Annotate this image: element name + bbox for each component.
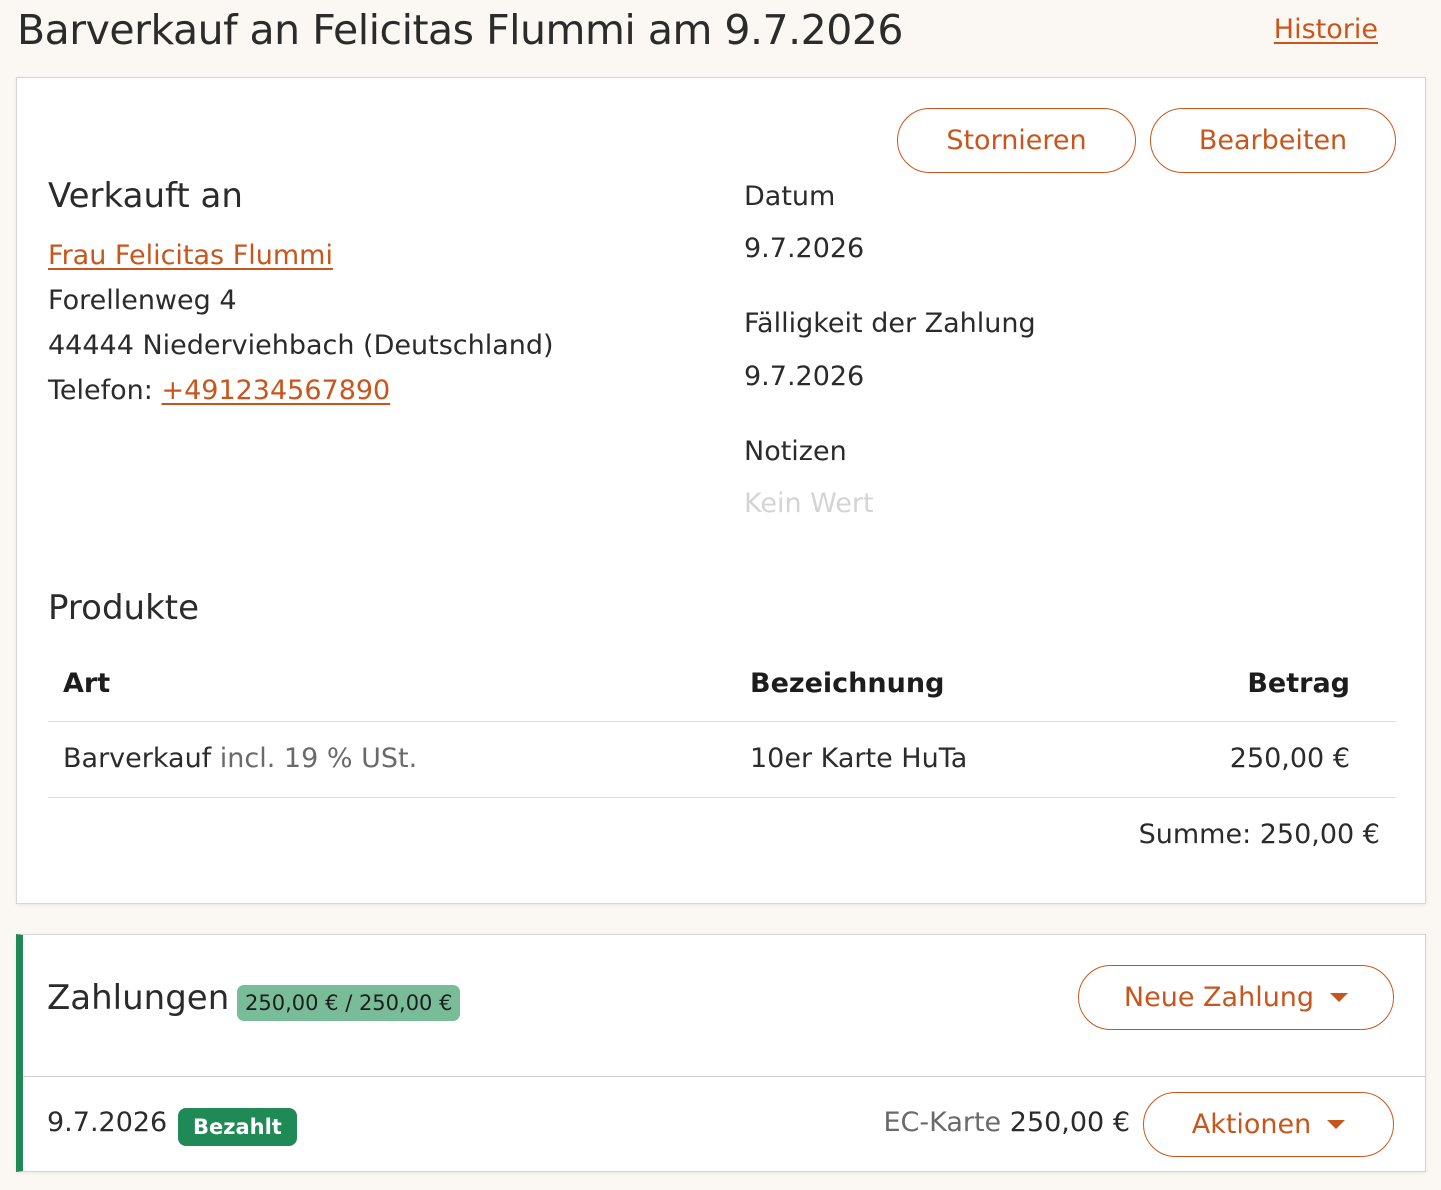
new-payment-button[interactable]: Neue Zahlung xyxy=(1078,965,1394,1030)
column-header-amount: Betrag xyxy=(1247,668,1350,699)
column-header-type: Art xyxy=(63,668,111,699)
column-header-description: Bezeichnung xyxy=(750,668,945,699)
payment-info: EC-Karte 250,00 € xyxy=(883,1107,1130,1138)
buyer-phone-line: Telefon: +491234567890 xyxy=(48,375,390,406)
history-link[interactable]: Historie xyxy=(1274,14,1378,45)
status-badge: Bezahlt xyxy=(178,1108,297,1146)
date-label: Datum xyxy=(744,181,836,212)
chevron-down-icon xyxy=(1330,993,1349,1002)
cancel-button[interactable]: Stornieren xyxy=(897,108,1136,173)
notes-label: Notizen xyxy=(744,436,847,467)
edit-button[interactable]: Bearbeiten xyxy=(1150,108,1396,173)
sale-details-card: Stornieren Bearbeiten Verkauft an Frau F… xyxy=(16,77,1426,904)
due-value: 9.7.2026 xyxy=(744,361,865,392)
notes-value: Kein Wert xyxy=(744,488,874,519)
payment-amount: 250,00 € xyxy=(1009,1107,1130,1138)
buyer-city: 44444 Niederviehbach (Deutschland) xyxy=(48,330,554,361)
phone-label: Telefon: xyxy=(48,375,153,406)
product-description: 10er Karte HuTa xyxy=(750,743,968,774)
page-title: Barverkauf an Felicitas Flummi am 9.7.20… xyxy=(17,6,904,54)
table-row-type: Barverkauf incl. 19 % USt. xyxy=(63,743,417,774)
product-amount: 250,00 € xyxy=(1229,743,1350,774)
payment-method: EC-Karte xyxy=(883,1107,1002,1138)
payment-actions-button[interactable]: Aktionen xyxy=(1143,1092,1394,1157)
new-payment-label: Neue Zahlung xyxy=(1123,982,1315,1013)
product-type: Barverkauf xyxy=(63,743,212,774)
table-header-divider xyxy=(48,721,1396,722)
payments-card: Zahlungen 250,00 € / 250,00 € Neue Zahlu… xyxy=(16,934,1426,1172)
buyer-street: Forellenweg 4 xyxy=(48,285,237,316)
phone-link[interactable]: +491234567890 xyxy=(161,375,390,406)
products-heading: Produkte xyxy=(48,588,200,628)
buyer-name[interactable]: Frau Felicitas Flummi xyxy=(48,240,333,271)
table-row-divider xyxy=(48,797,1396,798)
due-label: Fälligkeit der Zahlung xyxy=(744,308,1036,339)
payment-actions-label: Aktionen xyxy=(1191,1109,1312,1140)
payments-heading: Zahlungen xyxy=(47,978,230,1018)
payment-date: 9.7.2026 xyxy=(47,1107,168,1138)
payments-divider xyxy=(23,1076,1425,1077)
tax-note: incl. 19 % USt. xyxy=(219,743,418,774)
total-sum: Summe: 250,00 € xyxy=(1138,819,1380,850)
payment-summary-badge: 250,00 € / 250,00 € xyxy=(237,985,461,1021)
date-value: 9.7.2026 xyxy=(744,233,865,264)
buyer-name-link[interactable]: Frau Felicitas Flummi xyxy=(48,240,333,271)
chevron-down-icon xyxy=(1327,1120,1346,1129)
buyer-heading: Verkauft an xyxy=(48,176,243,216)
